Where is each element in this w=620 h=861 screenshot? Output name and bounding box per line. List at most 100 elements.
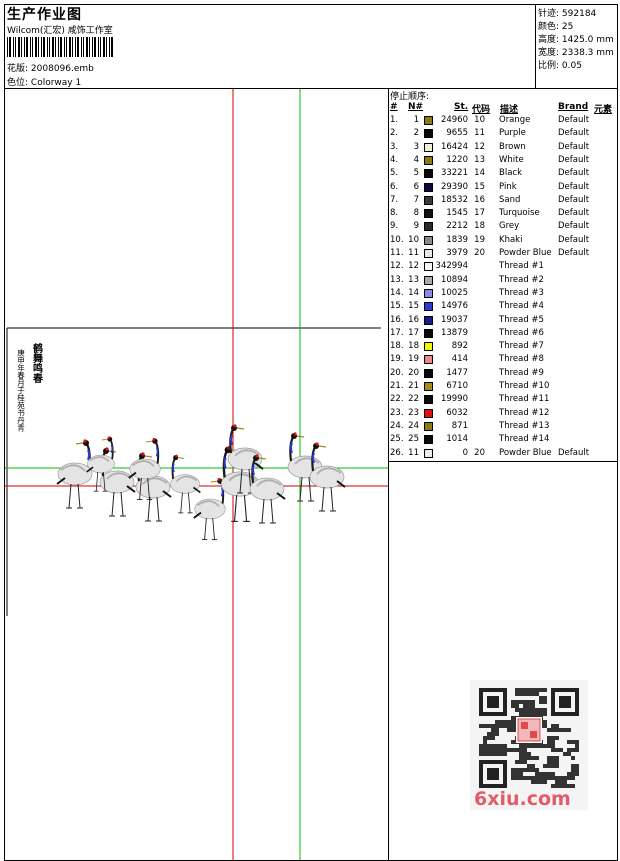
barcode: [7, 37, 113, 57]
stop-sequence-title: 停止顺序:: [390, 92, 430, 102]
row-description: Brown: [499, 141, 526, 152]
crane: [170, 454, 201, 514]
row-code: 15: [474, 181, 485, 192]
col-header-needle: N#: [408, 102, 424, 112]
row-color-swatch: [424, 302, 433, 312]
row-code: 11: [474, 128, 485, 139]
table-row: 3. 3 16424 12 Brown Default: [389, 142, 617, 155]
row-stitch-count: 10894: [440, 274, 468, 285]
row-color-swatch: [424, 235, 433, 245]
row-stitch-count: 10025: [440, 287, 468, 298]
row-code: 12: [474, 141, 485, 152]
colorway-label: 色位:: [7, 78, 29, 88]
stat-label: 比例:: [538, 61, 560, 71]
stat-label: 宽度:: [538, 48, 560, 58]
row-description: Thread #6: [499, 327, 544, 338]
row-code: 20: [474, 248, 485, 258]
stat-value: 1425.0 mm: [561, 35, 614, 45]
row-index: 16.: [390, 314, 404, 325]
table-row: 8. 8 1545 17 Turquoise Default: [389, 208, 617, 221]
table-row: 16. 16 19037 Thread #5: [389, 315, 617, 328]
row-color-swatch: [424, 435, 433, 445]
row-description: Turquoise: [499, 208, 540, 219]
row-color-swatch: [424, 222, 433, 232]
row-description: Thread #1: [499, 261, 544, 272]
row-index: 7.: [390, 194, 399, 205]
row-brand: Default: [558, 221, 590, 232]
calligraphy-inscription: 庚申年春月于桂苑书丹青: [16, 348, 25, 433]
table-row: 22. 22 19990 Thread #11: [389, 394, 617, 407]
row-description: Thread #5: [499, 314, 544, 325]
row-stitch-count: 871: [451, 420, 468, 431]
page-title: 生产作业图: [7, 7, 82, 23]
row-stitch-count: 2212: [446, 221, 468, 232]
row-brand: Default: [558, 248, 590, 258]
row-description: Thread #8: [499, 354, 544, 365]
table-row: 12. 12 342994 Thread #1: [389, 261, 617, 274]
colorway-line: 色位: Colorway 1: [7, 75, 81, 88]
row-code: 18: [474, 221, 485, 232]
colorway-value: Colorway 1: [30, 78, 82, 88]
crane-group: [56, 424, 346, 541]
crane: [56, 439, 93, 509]
table-row: 6. 6 29390 15 Pink Default: [389, 182, 617, 195]
row-index: 9.: [390, 221, 399, 232]
table-row: 7. 7 18532 16 Sand Default: [389, 195, 617, 208]
row-index: 17.: [390, 327, 404, 338]
row-stitch-count: 19990: [440, 394, 468, 405]
row-brand: Default: [558, 115, 590, 125]
table-row: 2. 2 9655 11 Purple Default: [389, 128, 617, 141]
row-description: Powder Blue: [499, 248, 552, 258]
row-brand: Default: [558, 128, 590, 139]
row-description: Thread #2: [499, 274, 544, 285]
row-stitch-count: 1545: [446, 208, 468, 219]
stat-height: 高度: 1425.0 mm: [538, 32, 614, 45]
table-row: 9. 9 2212 18 Grey Default: [389, 221, 617, 234]
row-index: 5.: [390, 168, 399, 179]
row-index: 3.: [390, 141, 399, 152]
row-needle: 2: [413, 128, 419, 139]
row-index: 23.: [390, 407, 404, 418]
row-color-swatch: [424, 408, 433, 418]
row-needle: 5: [413, 168, 419, 179]
row-needle: 20: [408, 367, 419, 378]
table-row: 18. 18 892 Thread #7: [389, 341, 617, 354]
row-index: 20.: [390, 367, 404, 378]
row-stitch-count: 6710: [446, 381, 468, 391]
row-color-swatch: [424, 209, 433, 219]
row-needle: 1: [413, 115, 419, 125]
row-brand: Default: [558, 141, 590, 152]
row-needle: 14: [408, 287, 419, 298]
row-needle: 22: [408, 394, 419, 405]
row-color-swatch: [424, 275, 433, 285]
row-index: 12.: [390, 261, 404, 272]
table-row: 19. 19 414 Thread #8: [389, 354, 617, 367]
row-stitch-count: 1839: [446, 234, 468, 245]
qr-logo-stamp: [516, 717, 542, 743]
stat-stitches: 针迹: 592184: [538, 6, 596, 19]
row-needle: 11: [408, 248, 419, 258]
row-description: Khaki: [499, 234, 523, 245]
row-color-swatch: [424, 129, 433, 139]
table-row: 24. 24 871 Thread #13: [389, 421, 617, 434]
row-description: Powder Blue: [499, 447, 552, 458]
col-header-code: 代码: [472, 105, 491, 115]
row-color-swatch: [424, 142, 433, 152]
table-row: 1. 1 24960 10 Orange Default: [389, 115, 617, 128]
row-stitch-count: 342994: [435, 261, 468, 272]
stat-label: 针迹:: [538, 9, 560, 19]
row-index: 21.: [390, 381, 404, 391]
row-needle: 3: [413, 141, 419, 152]
stats-box-divider: [535, 4, 536, 89]
row-description: Orange: [499, 115, 531, 125]
row-description: Thread #9: [499, 367, 544, 378]
table-row: 5. 5 33221 14 Black Default: [389, 168, 617, 181]
row-description: Thread #3: [499, 287, 544, 298]
row-needle: 6: [413, 181, 419, 192]
row-needle: 23: [408, 407, 419, 418]
row-needle: 16: [408, 314, 419, 325]
row-needle: 24: [408, 420, 419, 431]
design-file-value: 2008096.emb: [30, 64, 94, 74]
table-row: 15. 15 14976 Thread #4: [389, 301, 617, 314]
row-description: Thread #10: [499, 381, 550, 391]
